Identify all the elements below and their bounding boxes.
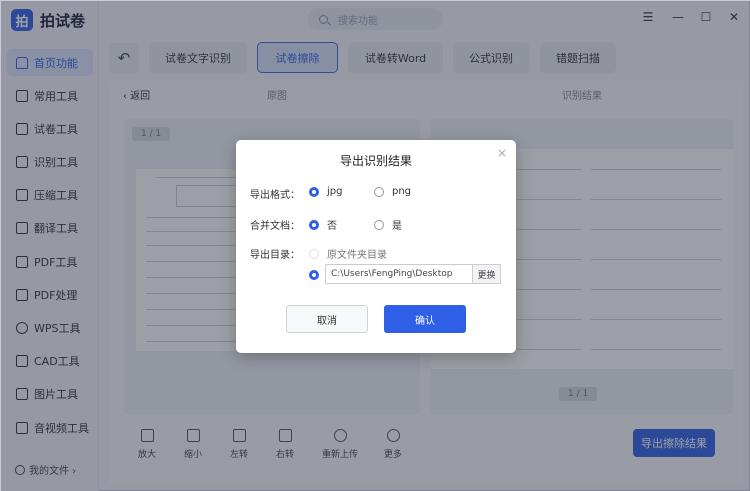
radio-label: 是 bbox=[392, 221, 402, 232]
change-directory-button[interactable]: 更换 bbox=[473, 264, 501, 284]
radio-label: jpg bbox=[327, 186, 343, 197]
dir-label: 导出目录： bbox=[250, 250, 300, 261]
merge-label: 合并文档： bbox=[250, 221, 300, 232]
export-dialog: 导出识别结果 × 导出格式： jpg png 合并文档： 否 是 导出目录： 原… bbox=[236, 140, 516, 353]
format-label: 导出格式： bbox=[250, 190, 300, 201]
radio-selected-icon bbox=[309, 186, 319, 197]
radio-label: 原文件夹目录 bbox=[327, 250, 387, 261]
radio-label: png bbox=[392, 186, 412, 197]
format-option-jpg[interactable]: jpg bbox=[309, 186, 342, 197]
merge-option-yes[interactable]: 是 bbox=[374, 217, 402, 232]
merge-option-no[interactable]: 否 bbox=[309, 217, 337, 232]
radio-unselected-icon bbox=[374, 219, 384, 230]
close-icon[interactable]: × bbox=[497, 146, 507, 160]
confirm-button[interactable]: 确认 bbox=[384, 305, 466, 333]
export-path-field[interactable] bbox=[325, 264, 473, 284]
radio-selected-icon bbox=[309, 219, 319, 230]
dialog-title: 导出识别结果 bbox=[339, 154, 412, 168]
radio-disabled-icon bbox=[309, 248, 319, 259]
format-option-png[interactable]: png bbox=[374, 186, 411, 197]
dir-option-original-folder[interactable]: 原文件夹目录 bbox=[309, 246, 387, 261]
app-window: 拍 拍试卷 首页功能 常用工具 试卷工具 识别工具 压缩工具 翻译工具 PDF工… bbox=[0, 0, 750, 491]
radio-unselected-icon bbox=[374, 186, 384, 197]
radio-label: 否 bbox=[327, 221, 337, 232]
radio-selected-icon bbox=[309, 270, 319, 280]
cancel-button[interactable]: 取消 bbox=[286, 305, 368, 333]
